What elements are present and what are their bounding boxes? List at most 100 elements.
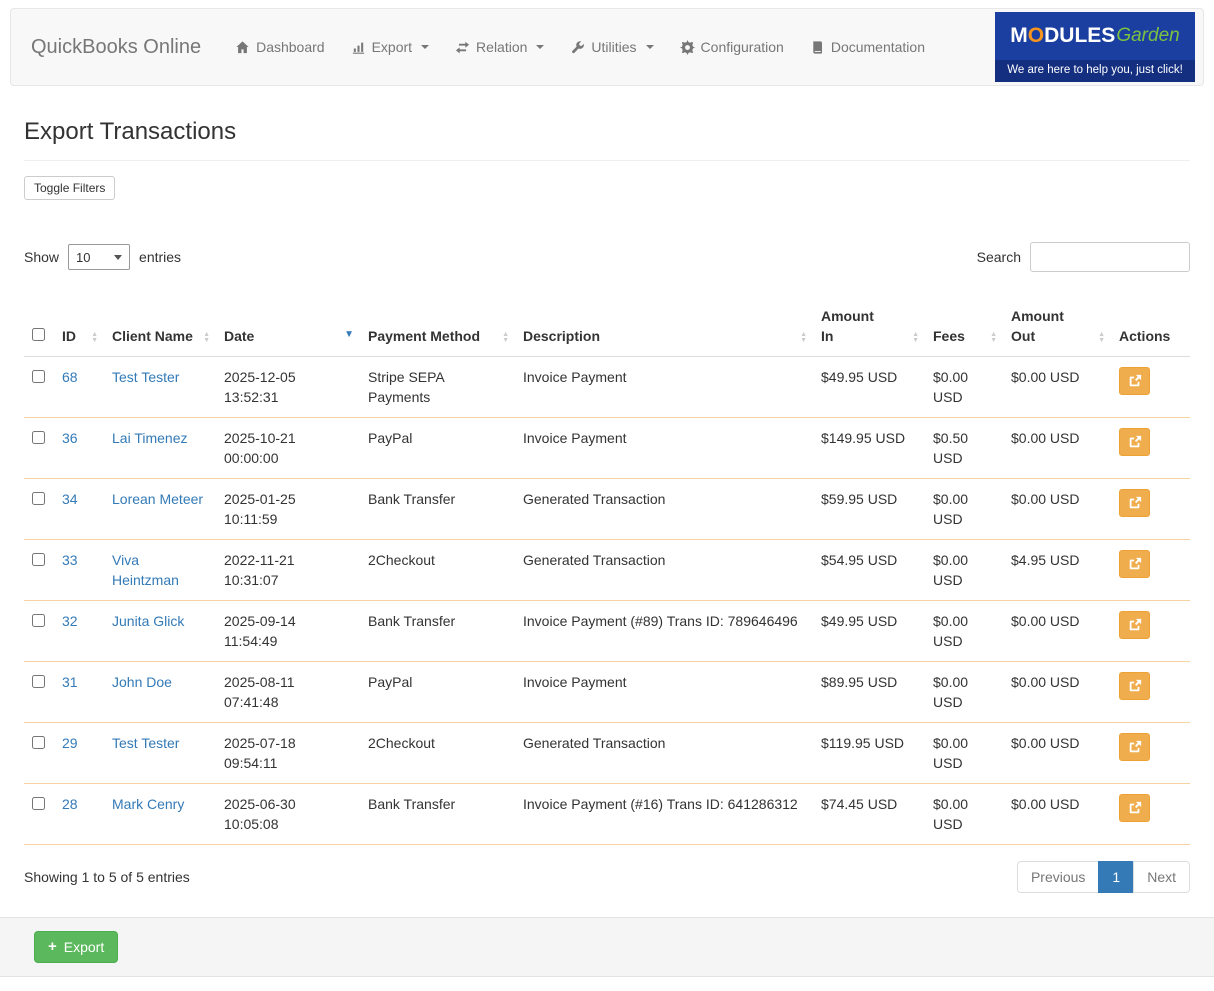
nav-item-dashboard[interactable]: Dashboard	[235, 39, 325, 55]
table-row: 33 Viva Heintzman 2022-11-21 10:31:07 2C…	[24, 539, 1190, 601]
sort-both-icon: ▲ ▼	[1098, 331, 1105, 344]
client-name-link[interactable]: John Doe	[112, 674, 172, 690]
app-brand: QuickBooks Online	[31, 35, 202, 58]
export-row-button[interactable]	[1119, 672, 1150, 700]
gear-icon	[679, 39, 695, 55]
sort-both-icon: ▲ ▼	[91, 331, 98, 344]
pagination-previous[interactable]: Previous	[1016, 861, 1100, 893]
amount-out-cell: $0.00 USD	[1003, 722, 1111, 784]
column-header-amount-in[interactable]: Amount In ▲ ▼	[813, 298, 925, 357]
client-name-link[interactable]: Test Tester	[112, 735, 179, 751]
modulesgarden-logo[interactable]: M O DULES Garden We are here to help you, j…	[995, 12, 1195, 82]
transaction-id-link[interactable]: 32	[62, 613, 78, 629]
table-row: 34 Lorean Meteer 2025-01-25 10:11:59 Ban…	[24, 478, 1190, 540]
column-header-payment-method[interactable]: Payment Method ▲ ▼	[360, 298, 515, 357]
export-arrow-icon	[1129, 496, 1141, 509]
export-row-button[interactable]	[1119, 733, 1150, 761]
client-name-link[interactable]: Lorean Meteer	[112, 491, 203, 507]
description-cell: Generated Transaction	[515, 722, 813, 784]
table-row: 28 Mark Cenry 2025-06-30 10:05:08 Bank T…	[24, 783, 1190, 845]
nav-item-documentation[interactable]: Documentation	[810, 39, 925, 55]
export-button[interactable]: + Export	[34, 931, 119, 963]
transaction-id-link[interactable]: 68	[62, 369, 78, 385]
row-checkbox[interactable]	[32, 431, 45, 444]
column-header-id[interactable]: ID ▲ ▼	[54, 298, 104, 357]
column-header-description[interactable]: Description ▲ ▼	[515, 298, 813, 357]
transaction-id-link[interactable]: 36	[62, 430, 78, 446]
client-name-link[interactable]: Test Tester	[112, 369, 179, 385]
export-arrow-icon	[1129, 801, 1141, 814]
pagination-next[interactable]: Next	[1133, 861, 1190, 893]
client-name-link[interactable]: Junita Glick	[112, 613, 184, 629]
amount-in-cell: $59.95 USD	[813, 478, 925, 540]
nav-item-relation[interactable]: Relation	[455, 39, 545, 55]
entries-label: entries	[139, 249, 182, 265]
nav-label: Export	[371, 39, 413, 55]
select-all-checkbox[interactable]	[32, 328, 45, 341]
row-checkbox[interactable]	[32, 736, 45, 749]
description-cell: Invoice Payment (#89) Trans ID: 78964649…	[515, 600, 813, 662]
nav-item-utilities[interactable]: Utilities	[570, 39, 654, 55]
client-name-link[interactable]: Mark Cenry	[112, 796, 184, 812]
nav-item-configuration[interactable]: Configuration	[679, 39, 784, 55]
transaction-id-link[interactable]: 29	[62, 735, 78, 751]
sort-both-icon: ▲ ▼	[912, 331, 919, 344]
main-content: Export Transactions Toggle Filters Show …	[0, 118, 1214, 893]
date-cell: 2025-01-25 10:11:59	[216, 478, 360, 540]
export-row-button[interactable]	[1119, 794, 1150, 822]
caret-down-icon	[421, 45, 430, 49]
payment-method-cell: 2Checkout	[360, 722, 515, 784]
nav-label: Documentation	[830, 39, 925, 55]
transaction-id-link[interactable]: 33	[62, 552, 78, 568]
table-body: 68 Test Tester 2025-12-05 13:52:31 Strip…	[24, 356, 1190, 845]
payment-method-cell: Bank Transfer	[360, 783, 515, 845]
description-cell: Invoice Payment	[515, 661, 813, 723]
column-header-date[interactable]: Date ▼	[216, 298, 360, 357]
export-row-button[interactable]	[1119, 428, 1150, 456]
showing-entries-text: Showing 1 to 5 of 5 entries	[24, 869, 190, 885]
column-label: Client Name	[112, 328, 193, 344]
column-header-fees[interactable]: Fees ▲ ▼	[925, 298, 1003, 357]
toggle-filters-button[interactable]: Toggle Filters	[24, 176, 116, 200]
amount-out-cell: $0.00 USD	[1003, 600, 1111, 662]
client-name-link[interactable]: Viva Heintzman	[112, 552, 179, 588]
table-controls: Show 10 entries Search	[24, 242, 1190, 272]
export-row-button[interactable]	[1119, 550, 1150, 578]
table-footer: Showing 1 to 5 of 5 entries Previous 1 N…	[24, 861, 1190, 893]
column-label: Description	[523, 328, 601, 344]
payment-method-cell: PayPal	[360, 661, 515, 723]
client-name-link[interactable]: Lai Timenez	[112, 430, 187, 446]
table-row: 31 John Doe 2025-08-11 07:41:48 PayPal I…	[24, 661, 1190, 723]
column-header-client-name[interactable]: Client Name ▲ ▼	[104, 298, 216, 357]
fees-cell: $0.00 USD	[925, 783, 1003, 845]
description-cell: Invoice Payment	[515, 417, 813, 479]
row-checkbox[interactable]	[32, 614, 45, 627]
transaction-id-link[interactable]: 28	[62, 796, 78, 812]
row-checkbox[interactable]	[32, 492, 45, 505]
row-checkbox[interactable]	[32, 675, 45, 688]
date-cell: 2025-06-30 10:05:08	[216, 783, 360, 845]
transaction-id-link[interactable]: 34	[62, 491, 78, 507]
amount-out-cell: $0.00 USD	[1003, 783, 1111, 845]
search-input[interactable]	[1030, 242, 1190, 272]
fees-cell: $0.00 USD	[925, 356, 1003, 418]
fees-cell: $0.00 USD	[925, 539, 1003, 601]
pagination-page-1[interactable]: 1	[1098, 861, 1135, 893]
nav-menu: Dashboard Export Relation Utilities Conf…	[235, 39, 925, 55]
export-row-button[interactable]	[1119, 611, 1150, 639]
nav-item-export[interactable]: Export	[351, 39, 430, 55]
export-row-button[interactable]	[1119, 367, 1150, 395]
export-row-button[interactable]	[1119, 489, 1150, 517]
row-checkbox[interactable]	[32, 553, 45, 566]
row-checkbox[interactable]	[32, 797, 45, 810]
export-button-label: Export	[63, 939, 105, 955]
column-header-amount-out[interactable]: Amount Out ▲ ▼	[1003, 298, 1111, 357]
export-arrow-icon	[1129, 557, 1141, 570]
search-control: Search	[977, 242, 1190, 272]
page-size-select[interactable]: 10	[68, 244, 131, 270]
transaction-id-link[interactable]: 31	[62, 674, 78, 690]
amount-out-cell: $0.00 USD	[1003, 417, 1111, 479]
description-cell: Generated Transaction	[515, 478, 813, 540]
nav-label: Relation	[476, 39, 528, 55]
row-checkbox[interactable]	[32, 370, 45, 383]
